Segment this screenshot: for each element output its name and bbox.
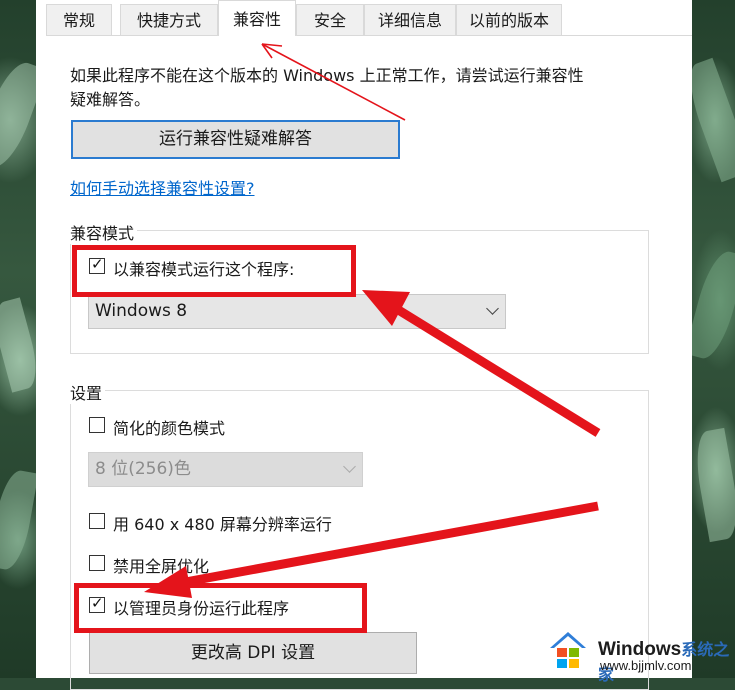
- annotation-arrows: [144, 43, 601, 598]
- house-logo-icon: [550, 632, 586, 668]
- site-watermark: Windows系统之家 www.bjjmlv.com: [548, 628, 733, 684]
- compat-pointer-arrow-icon: [389, 302, 601, 437]
- watermark-url: www.bjjmlv.com: [600, 658, 692, 673]
- admin-pointer-arrow-icon: [179, 501, 599, 588]
- tab-pointer-arrow-icon: [261, 43, 406, 121]
- tab-compatibility[interactable]: 兼容性: [218, 0, 296, 36]
